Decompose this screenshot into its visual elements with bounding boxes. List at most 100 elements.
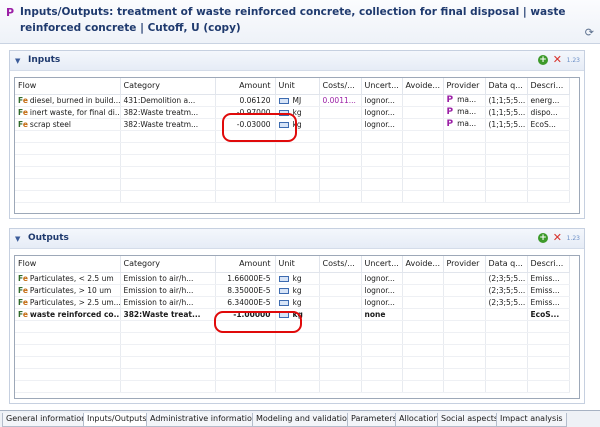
provider-cell[interactable]: Pma... xyxy=(443,94,486,107)
avoided-cell[interactable] xyxy=(402,272,444,285)
category-cell[interactable]: 382:Waste treatm... xyxy=(120,118,216,131)
tab-social-aspects[interactable]: Social aspects xyxy=(437,413,503,427)
amount-cell[interactable]: 8.35000E-5 xyxy=(215,284,276,297)
avoided-cell[interactable] xyxy=(402,94,444,107)
column-header-4[interactable]: Costs/... xyxy=(319,256,362,273)
column-header-0[interactable]: Flow xyxy=(15,256,121,273)
provider-cell[interactable] xyxy=(443,284,486,297)
tab-impact-analysis[interactable]: Impact analysis xyxy=(496,413,567,427)
amount-cell[interactable]: 0.06120 xyxy=(215,94,276,107)
flow-cell[interactable]: Fe Particulates, < 2.5 um xyxy=(15,272,121,285)
description-cell[interactable]: energ... xyxy=(527,94,570,107)
category-cell[interactable]: Emission to air/h... xyxy=(120,272,216,285)
avoided-cell[interactable] xyxy=(402,284,444,297)
unit-cell[interactable]: kg xyxy=(275,272,320,285)
flow-cell[interactable]: Fe waste reinforced co... xyxy=(15,308,121,321)
provider-cell[interactable] xyxy=(443,272,486,285)
column-header-7[interactable]: Provider xyxy=(443,256,486,273)
costs-cell[interactable] xyxy=(319,308,362,321)
column-header-8[interactable]: Data q... xyxy=(485,256,528,273)
format-number-icon[interactable]: 1.23 xyxy=(567,235,580,242)
description-cell[interactable]: EcoS... xyxy=(527,308,570,321)
add-output-icon[interactable]: + xyxy=(538,233,548,243)
amount-cell[interactable]: 6.34000E-5 xyxy=(215,296,276,309)
category-cell[interactable]: 431:Demolition a... xyxy=(120,94,216,107)
costs-cell[interactable] xyxy=(319,284,362,297)
flow-cell[interactable]: Fe Particulates, > 2.5 um... xyxy=(15,296,121,309)
column-header-6[interactable]: Avoide... xyxy=(402,78,444,95)
format-number-icon[interactable]: 1.23 xyxy=(567,57,580,64)
tab-inputs-outputs[interactable]: Inputs/Outputs xyxy=(83,413,151,427)
costs-cell[interactable] xyxy=(319,272,362,285)
column-header-5[interactable]: Uncert... xyxy=(361,78,403,95)
column-header-4[interactable]: Costs/... xyxy=(319,78,362,95)
avoided-cell[interactable] xyxy=(402,296,444,309)
uncertainty-cell[interactable]: none xyxy=(361,308,403,321)
column-header-7[interactable]: Provider xyxy=(443,78,486,95)
avoided-cell[interactable] xyxy=(402,118,444,131)
tab-parameters[interactable]: Parameters xyxy=(347,413,401,427)
provider-cell[interactable] xyxy=(443,296,486,309)
costs-cell[interactable] xyxy=(319,296,362,309)
tab-modeling-and-validation[interactable]: Modeling and validation xyxy=(252,413,356,427)
table-row[interactable]: Fe Particulates, > 10 um Emission to air/h… xyxy=(15,284,570,297)
costs-cell[interactable]: 0.0011... xyxy=(319,94,362,107)
add-input-icon[interactable]: + xyxy=(538,55,548,65)
collapse-arrow-icon[interactable]: ▼ xyxy=(15,57,20,65)
column-header-3[interactable]: Unit xyxy=(275,256,320,273)
tab-allocation[interactable]: Allocation xyxy=(395,413,443,427)
avoided-cell[interactable] xyxy=(402,106,444,119)
unit-cell[interactable]: kg xyxy=(275,296,320,309)
provider-cell[interactable]: Pma... xyxy=(443,106,486,119)
description-cell[interactable]: Emiss... xyxy=(527,272,570,285)
tab-administrative-information[interactable]: Administrative information xyxy=(146,413,261,427)
category-cell[interactable]: Emission to air/h... xyxy=(120,284,216,297)
column-header-0[interactable]: Flow xyxy=(15,78,121,95)
data-quality-cell[interactable]: (1;1;5;5... xyxy=(485,94,528,107)
category-cell[interactable]: Emission to air/h... xyxy=(120,296,216,309)
description-cell[interactable]: dispo... xyxy=(527,106,570,119)
collapse-arrow-icon[interactable]: ▼ xyxy=(15,235,20,243)
data-quality-cell[interactable]: (2;3;5;5... xyxy=(485,284,528,297)
unit-cell[interactable]: kg xyxy=(275,284,320,297)
uncertainty-cell[interactable]: lognor... xyxy=(361,296,403,309)
column-header-2[interactable]: Amount xyxy=(215,256,276,273)
column-header-6[interactable]: Avoide... xyxy=(402,256,444,273)
category-cell[interactable]: 382:Waste treat... xyxy=(120,308,216,321)
column-header-3[interactable]: Unit xyxy=(275,78,320,95)
uncertainty-cell[interactable]: lognor... xyxy=(361,272,403,285)
data-quality-cell[interactable]: (2;3;5;5... xyxy=(485,272,528,285)
outputs-section-header[interactable]: ▼ Outputs + ✕ 1.23 xyxy=(10,229,584,249)
column-header-9[interactable]: Descri... xyxy=(527,78,570,95)
table-row[interactable]: Fe Particulates, > 2.5 um... Emission to a… xyxy=(15,296,570,309)
inputs-section-header[interactable]: ▼ Inputs + ✕ 1.23 xyxy=(10,51,584,71)
uncertainty-cell[interactable]: lognor... xyxy=(361,94,403,107)
remove-input-icon[interactable]: ✕ xyxy=(553,53,562,66)
provider-cell[interactable]: Pma... xyxy=(443,118,486,131)
table-row[interactable]: Fe Particulates, < 2.5 um Emission to air/… xyxy=(15,272,570,285)
column-header-2[interactable]: Amount xyxy=(215,78,276,95)
uncertainty-cell[interactable]: lognor... xyxy=(361,118,403,131)
remove-output-icon[interactable]: ✕ xyxy=(553,231,562,244)
tab-general-information[interactable]: General information xyxy=(2,413,91,427)
avoided-cell[interactable] xyxy=(402,308,444,321)
column-header-5[interactable]: Uncert... xyxy=(361,256,403,273)
category-cell[interactable]: 382:Waste treatm... xyxy=(120,106,216,119)
data-quality-cell[interactable]: (1;1;5;5... xyxy=(485,118,528,131)
uncertainty-cell[interactable]: lognor... xyxy=(361,284,403,297)
uncertainty-cell[interactable]: lognor... xyxy=(361,106,403,119)
unit-cell[interactable]: MJ xyxy=(275,94,320,107)
flow-cell[interactable]: Fe diesel, burned in build... xyxy=(15,94,121,107)
table-row[interactable]: Fe diesel, burned in build... 431:Demoliti… xyxy=(15,94,570,107)
flow-cell[interactable]: Fe scrap steel xyxy=(15,118,121,131)
description-cell[interactable]: Emiss... xyxy=(527,296,570,309)
amount-cell[interactable]: 1.66000E-5 xyxy=(215,272,276,285)
data-quality-cell[interactable] xyxy=(485,308,528,321)
costs-cell[interactable] xyxy=(319,106,362,119)
flow-cell[interactable]: Fe Particulates, > 10 um xyxy=(15,284,121,297)
column-header-1[interactable]: Category xyxy=(120,78,216,95)
description-cell[interactable]: Emiss... xyxy=(527,284,570,297)
data-quality-cell[interactable]: (2;3;5;5... xyxy=(485,296,528,309)
column-header-8[interactable]: Data q... xyxy=(485,78,528,95)
refresh-icon[interactable]: ⟳ xyxy=(585,26,594,39)
